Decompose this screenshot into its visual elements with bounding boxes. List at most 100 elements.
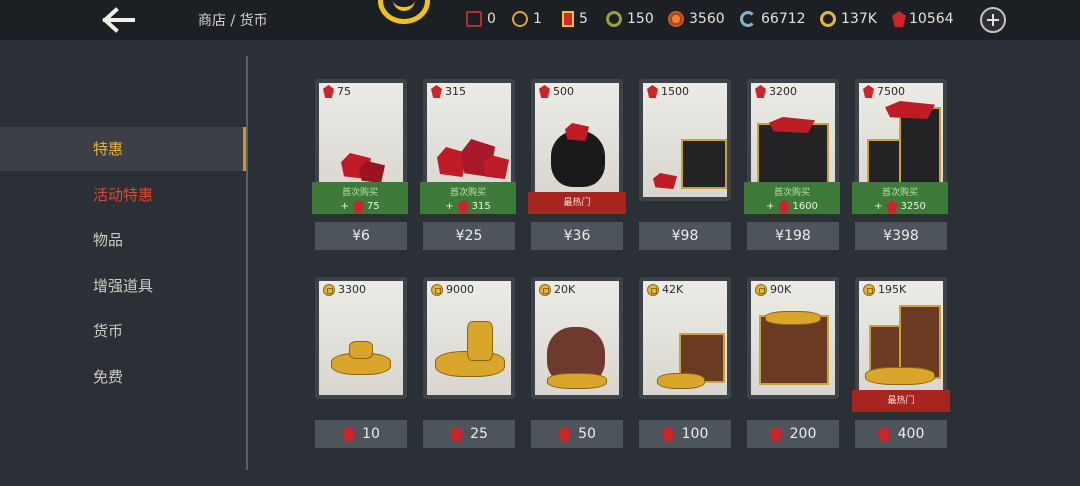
ruby-cost-button[interactable]: 100	[639, 420, 731, 448]
coin-pack-image	[751, 281, 835, 395]
pack-amount: 90K	[755, 283, 791, 296]
resource-gold-coin[interactable]: 137K	[820, 11, 877, 27]
ruby-icon	[539, 85, 550, 98]
resource-ruby[interactable]: 10564	[892, 11, 954, 27]
gold-coin-icon	[431, 283, 443, 296]
pack-amount: 9000	[431, 283, 474, 296]
coin-pack-image	[535, 281, 619, 395]
ruby-pack-image	[751, 83, 835, 197]
resource-value: 1	[533, 11, 542, 27]
ruby-icon	[558, 426, 572, 442]
pack-amount: 315	[431, 85, 466, 98]
ruby-icon	[323, 85, 334, 98]
first-purchase-bonus: 首次购买 +3250	[852, 182, 948, 214]
gold-coin-icon	[647, 283, 659, 296]
ruby-icon	[892, 11, 906, 27]
add-currency-button[interactable]	[980, 7, 1006, 33]
resource-value: 0	[487, 11, 496, 27]
sidebar-divider	[246, 56, 248, 470]
resource-value: 66712	[761, 11, 806, 27]
coin-pack-card[interactable]: 42K	[639, 277, 731, 399]
coin-pack-card[interactable]: 3300	[315, 277, 407, 399]
ruby-icon	[863, 85, 874, 98]
ruby-icon	[769, 426, 783, 442]
coin-pack-card[interactable]: 195K	[855, 277, 947, 399]
ruby-cost-button[interactable]: 50	[531, 420, 623, 448]
price-button[interactable]: ¥198	[747, 222, 839, 250]
coin-pack-card[interactable]: 90K	[747, 277, 839, 399]
coin-pack-image	[427, 281, 511, 395]
first-purchase-bonus: 首次购买 +315	[420, 182, 516, 214]
pack-amount: 42K	[647, 283, 683, 296]
resource-red-token[interactable]: 0	[466, 11, 496, 27]
resource-value: 10564	[909, 11, 954, 27]
ruby-cost-button[interactable]: 200	[747, 420, 839, 448]
ruby-pack-image	[319, 83, 403, 197]
coin-pack-image	[859, 281, 943, 395]
top-bar: 商店 / 货币 0 1 5 150 3560 66712 137K 10564	[0, 0, 1080, 40]
red-scroll-icon	[562, 11, 574, 27]
ruby-icon	[457, 200, 469, 213]
first-purchase-bonus: 首次购买 +1600	[744, 182, 840, 214]
ruby-pack-image	[859, 83, 943, 197]
price-button[interactable]: ¥6	[315, 222, 407, 250]
sidebar-item-free[interactable]: 免费	[0, 355, 246, 399]
gold-coin-icon	[755, 283, 767, 296]
ruby-cost-button[interactable]: 25	[423, 420, 515, 448]
ruby-icon	[352, 200, 364, 213]
ruby-cost-button[interactable]: 10	[315, 420, 407, 448]
resource-value: 3560	[689, 11, 725, 27]
resource-value: 5	[579, 11, 588, 27]
resource-gold-medal[interactable]: 1	[512, 11, 542, 27]
pack-amount: 75	[323, 85, 351, 98]
green-coin-icon	[606, 11, 622, 27]
red-token-icon	[466, 11, 482, 27]
coin-pack-card[interactable]: 20K	[531, 277, 623, 399]
price-button[interactable]: ¥36	[531, 222, 623, 250]
resource-green-coin[interactable]: 150	[606, 11, 654, 27]
resource-value: 150	[627, 11, 654, 27]
price-button[interactable]: ¥25	[423, 222, 515, 250]
ruby-pack-card[interactable]: 1500	[639, 79, 731, 201]
back-arrow-icon[interactable]	[100, 5, 136, 35]
ruby-icon	[431, 85, 442, 98]
price-button[interactable]: ¥398	[855, 222, 947, 250]
sidebar-item-currency[interactable]: 货币	[0, 309, 246, 353]
pack-amount: 20K	[539, 283, 575, 296]
pack-amount: 3200	[755, 85, 797, 98]
ruby-icon	[450, 426, 464, 442]
orange-emblem-icon	[668, 11, 684, 27]
ruby-pack-card[interactable]: 500	[531, 79, 623, 201]
price-button[interactable]: ¥98	[639, 222, 731, 250]
resource-red-scroll[interactable]: 5	[562, 11, 588, 27]
first-purchase-bonus: 首次购买 +75	[312, 182, 408, 214]
ruby-icon	[755, 85, 766, 98]
coin-pack-image	[643, 281, 727, 395]
resource-value: 137K	[841, 11, 877, 27]
gold-coin-icon	[539, 283, 551, 296]
breadcrumb: 商店 / 货币	[198, 13, 268, 29]
sidebar-item-special-offers[interactable]: 特惠	[0, 127, 246, 171]
ruby-icon	[877, 426, 891, 442]
sidebar-item-boosters[interactable]: 增强道具	[0, 264, 246, 308]
pack-amount: 500	[539, 85, 574, 98]
gold-coin-icon	[820, 11, 836, 27]
pack-amount: 3300	[323, 283, 366, 296]
pack-amount: 195K	[863, 283, 906, 296]
ruby-icon	[778, 200, 790, 213]
ruby-cost-button[interactable]: 400	[855, 420, 947, 448]
coin-pack-card[interactable]: 9000	[423, 277, 515, 399]
most-popular-badge: 最热门	[852, 390, 950, 412]
ruby-pack-image	[643, 83, 727, 197]
gold-medal-icon	[512, 11, 528, 27]
ruby-pack-image	[535, 83, 619, 197]
ruby-icon	[647, 85, 658, 98]
ruby-icon	[342, 426, 356, 442]
resource-blue-swirl[interactable]: 66712	[740, 11, 806, 27]
sidebar-item-items[interactable]: 物品	[0, 218, 246, 262]
resource-orange-emblem[interactable]: 3560	[668, 11, 725, 27]
ruby-icon	[886, 200, 898, 213]
sidebar	[0, 40, 248, 486]
ruby-icon	[661, 426, 675, 442]
sidebar-item-event-offers[interactable]: 活动特惠	[0, 173, 246, 217]
